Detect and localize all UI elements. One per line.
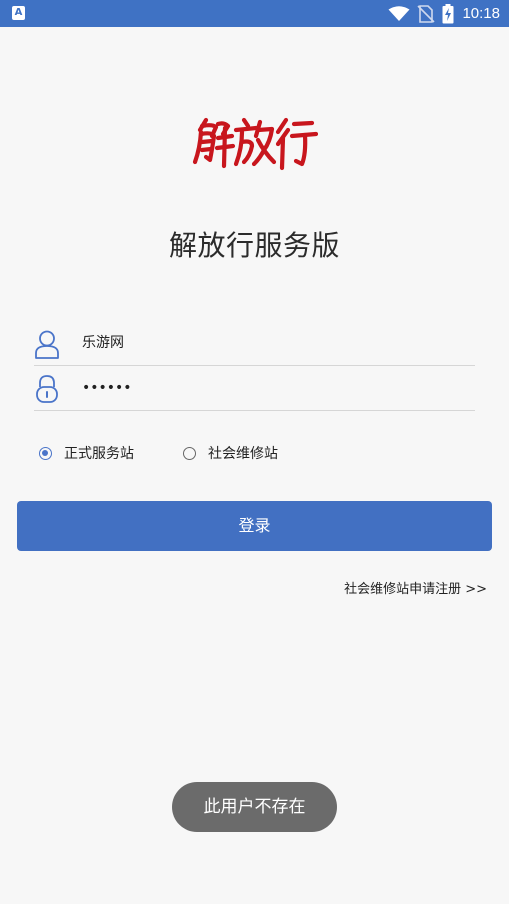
toast-message: 此用户不存在 bbox=[172, 782, 337, 832]
login-button[interactable]: 登录 bbox=[17, 501, 492, 551]
status-icons: 10:18 bbox=[388, 0, 500, 27]
radio-checked-icon[interactable] bbox=[39, 446, 52, 460]
user-icon bbox=[35, 330, 59, 359]
status-clock: 10:18 bbox=[462, 5, 500, 22]
register-link[interactable]: 社会维修站申请注册 >> bbox=[344, 578, 487, 597]
app-notification-icon: A bbox=[12, 6, 25, 20]
wifi-icon bbox=[388, 5, 410, 21]
username-input[interactable]: 乐游网 bbox=[82, 321, 462, 365]
status-bar: A 10:18 bbox=[0, 0, 509, 27]
password-input[interactable]: •••••• bbox=[82, 366, 462, 410]
radio-official-station[interactable]: 正式服务站 bbox=[39, 440, 134, 466]
radio-label-social: 社会维修站 bbox=[208, 446, 278, 462]
password-field[interactable]: •••••• bbox=[34, 366, 475, 411]
lock-icon bbox=[36, 375, 58, 403]
battery-charging-icon bbox=[442, 3, 454, 23]
radio-unchecked-icon[interactable] bbox=[183, 446, 196, 460]
radio-label-official: 正式服务站 bbox=[64, 446, 134, 462]
no-sim-icon bbox=[417, 4, 436, 23]
brand-logo bbox=[192, 117, 318, 171]
username-field[interactable]: 乐游网 bbox=[34, 321, 475, 366]
radio-social-station[interactable]: 社会维修站 bbox=[183, 440, 278, 466]
app-title: 解放行服务版 bbox=[168, 229, 340, 262]
